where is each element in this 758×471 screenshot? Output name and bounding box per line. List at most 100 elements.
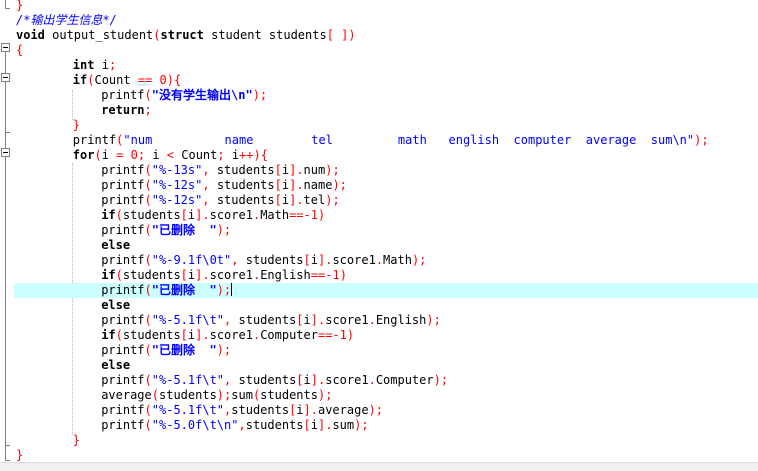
code-token: 1 (339, 328, 347, 342)
code-token: name (303, 178, 333, 192)
code-token: ); (411, 253, 427, 267)
fold-end-marker (5, 445, 10, 446)
code-token: ){ (166, 73, 182, 87)
code-token: Math (383, 253, 412, 267)
code-token: for (72, 148, 95, 162)
code-line[interactable]: } (16, 448, 758, 463)
code-token: ( (115, 208, 123, 222)
fold-gutter (0, 0, 12, 463)
code-line-content: average(students);sum(students); (101, 388, 332, 403)
code-token: i (224, 148, 240, 162)
fold-line (5, 0, 6, 8)
code-token: num (303, 163, 326, 177)
code-line-content: if(students[i].score1.Computer==-1) (101, 328, 354, 343)
code-token: printf (101, 418, 145, 432)
code-line[interactable]: } (16, 118, 758, 133)
code-line[interactable]: else (16, 358, 758, 373)
code-line[interactable]: else (16, 298, 758, 313)
code-token: } (72, 433, 81, 447)
code-line[interactable]: if(students[i].score1.Computer==-1) (16, 328, 758, 343)
fold-toggle-icon[interactable] (1, 43, 10, 52)
code-token: printf (101, 313, 145, 327)
code-token: "%-5.1f\t" (151, 403, 225, 417)
code-line[interactable]: printf("%-5.0f\t\n",students[i].sum); (16, 418, 758, 433)
code-line[interactable]: printf("已删除 "); (16, 223, 758, 238)
code-line[interactable]: int i; (16, 58, 758, 73)
code-token: students (209, 193, 275, 207)
code-token: "已删除 " (151, 283, 217, 297)
code-token: ); (216, 388, 232, 402)
code-line[interactable]: { (16, 43, 758, 58)
code-token: ( (153, 28, 161, 42)
code-token: average (317, 403, 369, 417)
code-line[interactable]: else (16, 238, 758, 253)
code-token: printf (101, 223, 145, 237)
horizontal-scrollbar[interactable] (0, 462, 758, 471)
code-line[interactable]: printf("%-5.1f\t", students[i].score1.En… (16, 313, 758, 328)
code-line-content: printf("%-5.1f\t", students[i].score1.En… (101, 313, 441, 328)
code-token: score1 (332, 253, 376, 267)
code-token: Computer (260, 328, 318, 342)
code-line[interactable]: for(i = 0; i < Count; i++){ (16, 148, 758, 163)
fold-toggle-icon[interactable] (1, 148, 10, 157)
code-line-content: void output_student(struct student stude… (16, 28, 356, 43)
code-line[interactable]: printf("已删除 "); (14, 283, 758, 298)
code-line-content: printf("已删除 "); (101, 223, 231, 238)
code-line[interactable]: if(students[i].score1.Math==-1) (16, 208, 758, 223)
code-token: i (101, 148, 117, 162)
code-token: sum (231, 388, 253, 402)
code-token: student students (203, 28, 327, 42)
code-token: . (368, 373, 376, 387)
code-line[interactable]: printf("%-5.1f\t", students[i].score1.Co… (16, 373, 758, 388)
code-token: "%-5.1f\t" (151, 313, 225, 327)
code-line[interactable]: if(students[i].score1.English==-1) (16, 268, 758, 283)
code-token: [ (303, 418, 311, 432)
code-token: ( (144, 223, 152, 237)
code-token: score1 (209, 268, 253, 282)
code-token: if (101, 328, 116, 342)
code-line[interactable]: printf("%-9.1f\0t", students[i].score1.M… (16, 253, 758, 268)
code-editor[interactable]: }/*输出学生信息*/void output_student(struct st… (0, 0, 758, 463)
code-line-content: if(Count == 0){ (73, 73, 181, 88)
code-line[interactable]: printf("没有学生输出\n"); (16, 88, 758, 103)
code-token: } (16, 448, 24, 462)
code-line-content: } (73, 433, 80, 448)
code-token: tel (303, 193, 326, 207)
code-token: ( (115, 268, 123, 282)
code-line[interactable]: printf("num name tel math english comput… (16, 133, 758, 148)
code-line[interactable]: printf("%-12s", students[i].tel); (16, 193, 758, 208)
code-token: } (72, 118, 81, 132)
fold-end-marker (5, 8, 10, 9)
fold-end-marker (5, 132, 10, 133)
code-token: 1 (332, 268, 340, 282)
code-line[interactable]: printf("%-12s", students[i].name); (16, 178, 758, 193)
code-token: students (238, 253, 304, 267)
code-line[interactable]: return; (16, 103, 758, 118)
code-line[interactable]: printf("%-13s", students[i].num); (16, 163, 758, 178)
code-line[interactable]: void output_student(struct student stude… (16, 28, 758, 43)
code-token: [ (296, 373, 304, 387)
code-token: ( (144, 343, 152, 357)
code-line[interactable]: /*输出学生信息*/ (16, 13, 758, 28)
code-line[interactable]: average(students);sum(students); (16, 388, 758, 403)
code-token: printf (101, 403, 145, 417)
code-token: "已删除 " (151, 343, 217, 357)
code-token: ); (332, 178, 347, 192)
fold-toggle-icon[interactable] (1, 73, 10, 82)
code-token: "%-5.1f\t" (151, 373, 225, 387)
code-line[interactable]: printf("%-5.1f\t",students[i].average); (16, 403, 758, 418)
code-token: score1 (325, 373, 369, 387)
code-token: ( (94, 148, 102, 162)
code-line[interactable]: if(Count == 0){ (16, 73, 758, 88)
code-token: ); (426, 313, 441, 327)
code-token: [ (180, 268, 188, 282)
code-token: printf (101, 343, 145, 357)
code-token: i (303, 313, 311, 327)
code-line-content: if(students[i].score1.Math==-1) (101, 208, 325, 223)
fold-line (5, 157, 6, 445)
code-token: students (231, 313, 297, 327)
code-line[interactable]: } (16, 433, 758, 448)
code-line[interactable]: } (16, 0, 758, 13)
code-line[interactable]: printf("已删除 "); (16, 343, 758, 358)
